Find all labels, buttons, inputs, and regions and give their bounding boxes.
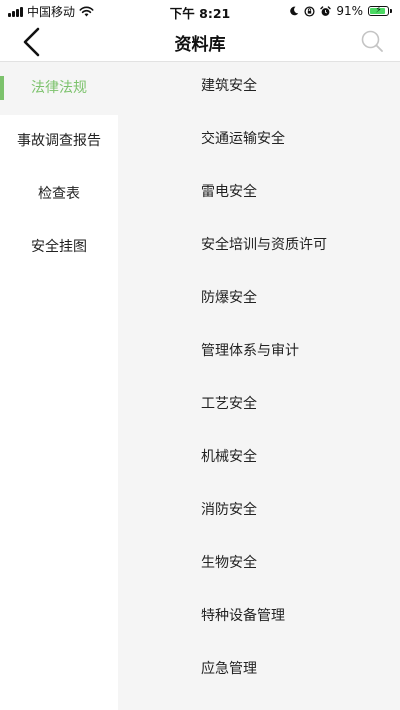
active-indicator	[0, 76, 4, 100]
sidebar-item-laws[interactable]: 法律法规	[0, 62, 118, 115]
sidebar-item-accident-reports[interactable]: 事故调查报告	[0, 115, 118, 168]
category-list: 建筑安全 交通运输安全 雷电安全 安全培训与资质许可 防爆安全 管理体系与审计 …	[118, 62, 400, 710]
list-item[interactable]: 生物安全	[118, 539, 400, 592]
list-item[interactable]: 消防安全	[118, 486, 400, 539]
list-item[interactable]: 特种设备管理	[118, 592, 400, 645]
moon-icon	[290, 6, 299, 16]
list-item[interactable]: 工艺安全	[118, 380, 400, 433]
sidebar-item-label: 安全挂图	[31, 239, 87, 255]
list-item[interactable]: 防爆安全	[118, 274, 400, 327]
battery-icon: ⚡	[368, 6, 392, 16]
location-lock-icon	[304, 5, 315, 17]
list-item[interactable]: 建筑安全	[118, 62, 400, 115]
list-item[interactable]: 机械安全	[118, 433, 400, 486]
charging-bolt-icon: ⚡	[375, 5, 382, 16]
search-button[interactable]	[360, 29, 384, 53]
sidebar-item-checklists[interactable]: 检查表	[0, 168, 118, 221]
list-item[interactable]: 交通运输安全	[118, 115, 400, 168]
list-item[interactable]: 应急管理	[118, 645, 400, 698]
status-right: 91% ⚡	[289, 3, 392, 19]
status-bar: 中国移动 下午 8:21 91% ⚡	[0, 0, 400, 22]
alarm-icon	[320, 5, 332, 16]
list-item[interactable]: 安全培训与资质许可	[118, 221, 400, 274]
sidebar-item-label: 法律法规	[31, 80, 87, 96]
navigation-bar: 资料库	[0, 22, 400, 62]
list-item[interactable]: 雷电安全	[118, 168, 400, 221]
sidebar-item-label: 事故调查报告	[17, 133, 101, 149]
sidebar-item-safety-posters[interactable]: 安全挂图	[0, 221, 118, 274]
battery-percent: 91%	[336, 4, 363, 18]
sidebar: 法律法规 事故调查报告 检查表 安全挂图	[0, 62, 118, 710]
page-title: 资料库	[174, 35, 226, 55]
list-item[interactable]: 管理体系与审计	[118, 327, 400, 380]
sidebar-item-label: 检查表	[38, 186, 80, 202]
search-icon	[361, 30, 383, 52]
